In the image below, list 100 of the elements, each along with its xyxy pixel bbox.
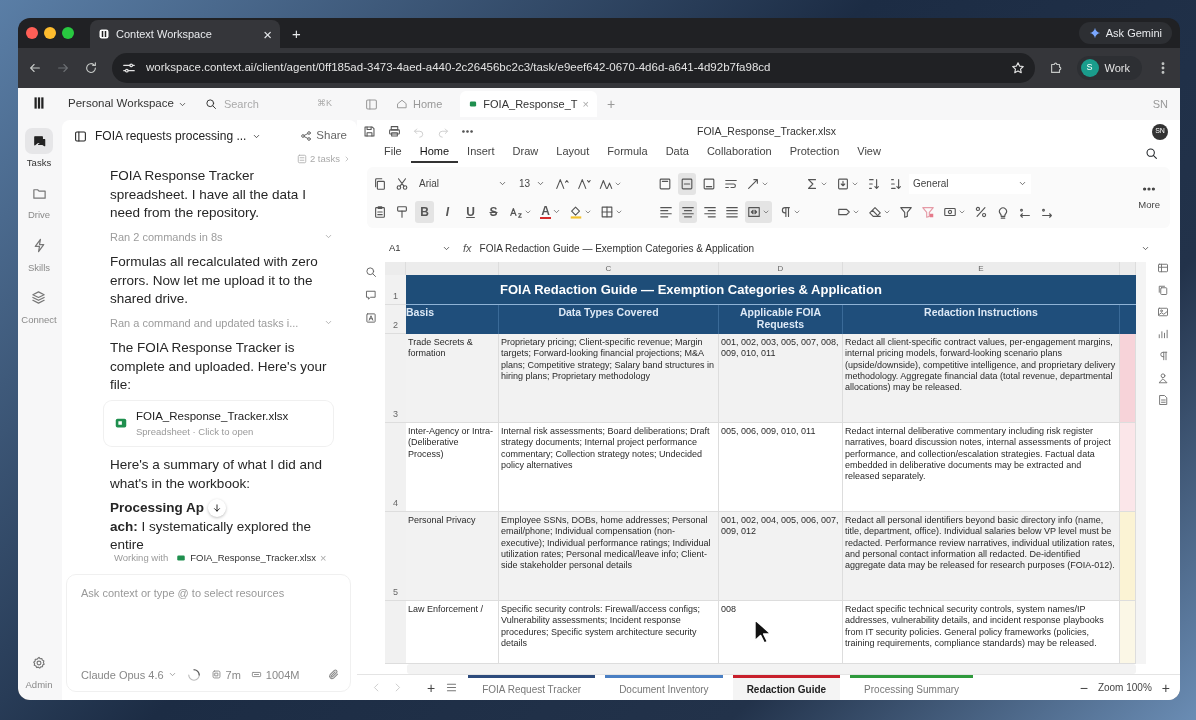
chat-bubbles-icon <box>31 133 47 149</box>
search-icon[interactable] <box>365 266 377 278</box>
filter-icon <box>899 204 913 219</box>
table-cell: Personal Privacy <box>406 512 499 601</box>
search-input[interactable]: Search <box>221 94 312 114</box>
table-cell: Law Enforcement / <box>406 601 499 664</box>
justify-icon <box>725 204 739 219</box>
horizontal-scrollbar[interactable] <box>407 664 1136 674</box>
align-middle-button[interactable] <box>678 172 696 195</box>
zoom-level: Zoom 100% <box>1097 681 1152 695</box>
tab-close-button[interactable]: × <box>263 26 272 42</box>
more-button[interactable]: More <box>1134 182 1164 213</box>
row-header: 1 <box>385 275 406 305</box>
number-format-dropdown[interactable]: General <box>909 173 1031 194</box>
column-header: D <box>719 262 843 275</box>
gear-icon <box>32 655 46 670</box>
shape-icon[interactable] <box>1157 372 1169 384</box>
document-icon[interactable] <box>1157 394 1169 406</box>
sheet-tab[interactable]: FOIA Request Tracker <box>468 675 596 700</box>
clear-filter-icon <box>921 204 935 219</box>
search-icon <box>204 98 217 110</box>
menu-tab[interactable]: Home <box>410 142 459 164</box>
format-button[interactable]: S <box>484 200 503 223</box>
share-icon <box>300 130 313 142</box>
table-cell: Redact specific technical security controls, system names/IP addresses, vulnerability details, and incident response playbooks from IT security policies. General policy frameworks (policies, training requirements, compliance standards) may be released. <box>843 601 1120 664</box>
formula-field[interactable]: FOIA Redaction Guide — Exemption Categories & Application <box>479 241 1150 256</box>
name-box[interactable]: A1 <box>385 241 455 256</box>
menu-tab[interactable]: Insert <box>458 142 504 164</box>
scroll-down-button[interactable] <box>208 499 227 518</box>
app-tab[interactable]: FOIA_Response_T × <box>460 90 597 118</box>
paragraph-icon[interactable] <box>1157 350 1169 362</box>
image-icon[interactable] <box>1157 306 1169 318</box>
format-button[interactable]: A <box>538 200 563 223</box>
vertical-scrollbar[interactable] <box>1136 262 1146 664</box>
spinner-icon <box>186 667 201 682</box>
zoom-in-button[interactable]: + <box>1161 680 1170 695</box>
merge-cells-icon <box>747 204 761 219</box>
format-button[interactable]: U <box>461 200 480 223</box>
layers-icon <box>31 290 47 306</box>
model-dropdown[interactable]: Claude Opus 4.6 <box>81 666 177 683</box>
star-icon[interactable] <box>1010 61 1025 75</box>
save-icon[interactable] <box>363 125 376 138</box>
share-button[interactable]: Share <box>300 127 347 145</box>
sheet-tab[interactable]: Document Inventory <box>605 675 723 700</box>
add-sheet-button[interactable]: + <box>427 680 436 695</box>
sidebar-toggle-icon[interactable] <box>74 129 87 143</box>
grid-icon[interactable] <box>1157 262 1169 274</box>
chat-title-dropdown[interactable]: FOIA requests processing ... <box>95 127 293 145</box>
sheet-tab[interactable]: Processing Summary <box>850 675 974 700</box>
table-cell: Internal risk assessments; Board deliberations; Draft strategy documents; Internal project performance commentary; Collection strategy notes; Undecided policy alternatives <box>499 423 719 512</box>
maximize-button[interactable] <box>62 27 74 39</box>
column-header: C <box>499 262 719 275</box>
close-button[interactable] <box>26 27 38 39</box>
nav-item[interactable]: Admin <box>25 649 53 692</box>
message-composer[interactable]: Ask context or type @ to select resources Claude Opus 4.6 7m 1004M <box>66 574 351 692</box>
workspace-switcher[interactable]: Personal Workspace <box>68 95 187 113</box>
table-cell: 005, 006, 009, 010, 011 <box>719 423 843 512</box>
fill-down-icon <box>836 176 850 191</box>
menu-tab[interactable]: Data <box>656 142 698 164</box>
function-label: fx <box>463 241 472 257</box>
zoom-out-button[interactable]: − <box>1079 680 1088 695</box>
menu-tab[interactable]: File <box>375 142 411 164</box>
menu-tab[interactable]: Formula <box>598 142 657 164</box>
paperclip-icon[interactable] <box>327 668 340 682</box>
row-header <box>385 601 406 664</box>
back-icon[interactable] <box>28 61 42 75</box>
sheet-tab[interactable]: Redaction Guide <box>732 675 841 700</box>
format-button[interactable]: I <box>438 200 457 223</box>
menu-tab[interactable]: Layout <box>547 142 599 164</box>
menu-tab[interactable]: Collaboration <box>697 142 781 164</box>
ask-gemini-button[interactable]: Ask Gemini <box>1078 21 1172 45</box>
message-text: Here's a summary of what I did and what's in the workbook: <box>110 456 323 493</box>
merge-cells-button[interactable] <box>745 200 772 223</box>
column-header: E <box>843 262 1120 275</box>
comment-icon[interactable] <box>365 289 377 301</box>
menu-tab[interactable]: View <box>848 142 890 164</box>
address-bar[interactable]: workspace.context.ai/client/agent/0ff185ad-3473-4aed-a440-2c26456bc2c3/task/e9eef642-0670-4d6d-a641-4d92b7fa98cd <box>112 53 1035 83</box>
text-box-icon[interactable] <box>365 312 377 324</box>
chart-icon[interactable] <box>1157 328 1169 340</box>
font-size-dropdown[interactable]: 13 <box>515 173 549 194</box>
caret-icon <box>536 179 545 188</box>
new-tab-button[interactable]: + <box>292 25 301 41</box>
column-heading: Applicable FOIA Requests <box>719 305 843 334</box>
menu-tab[interactable]: Draw <box>503 142 548 164</box>
sheet-list-icon[interactable] <box>445 681 459 694</box>
font-dropdown[interactable]: Arial <box>415 173 511 194</box>
puzzle-icon[interactable] <box>1048 61 1063 75</box>
browser-tab[interactable]: Context Workspace × <box>90 20 280 48</box>
print-icon[interactable] <box>388 125 401 138</box>
profile-avatar: S <box>1080 59 1099 77</box>
align-center-button[interactable] <box>679 200 697 223</box>
format-button[interactable]: B <box>415 200 434 223</box>
arrow-down-icon <box>212 503 223 514</box>
file-card[interactable]: FOIA_Response_Tracker.xlsx Spreadsheet · Click to open <box>104 400 333 446</box>
minimize-button[interactable] <box>44 27 56 39</box>
profile-button[interactable]: S Work <box>1076 56 1142 80</box>
copy-icon[interactable] <box>1157 284 1169 296</box>
search-icon[interactable] <box>1145 146 1158 160</box>
reload-icon[interactable] <box>84 61 98 75</box>
menu-tab[interactable]: Protection <box>780 142 849 164</box>
